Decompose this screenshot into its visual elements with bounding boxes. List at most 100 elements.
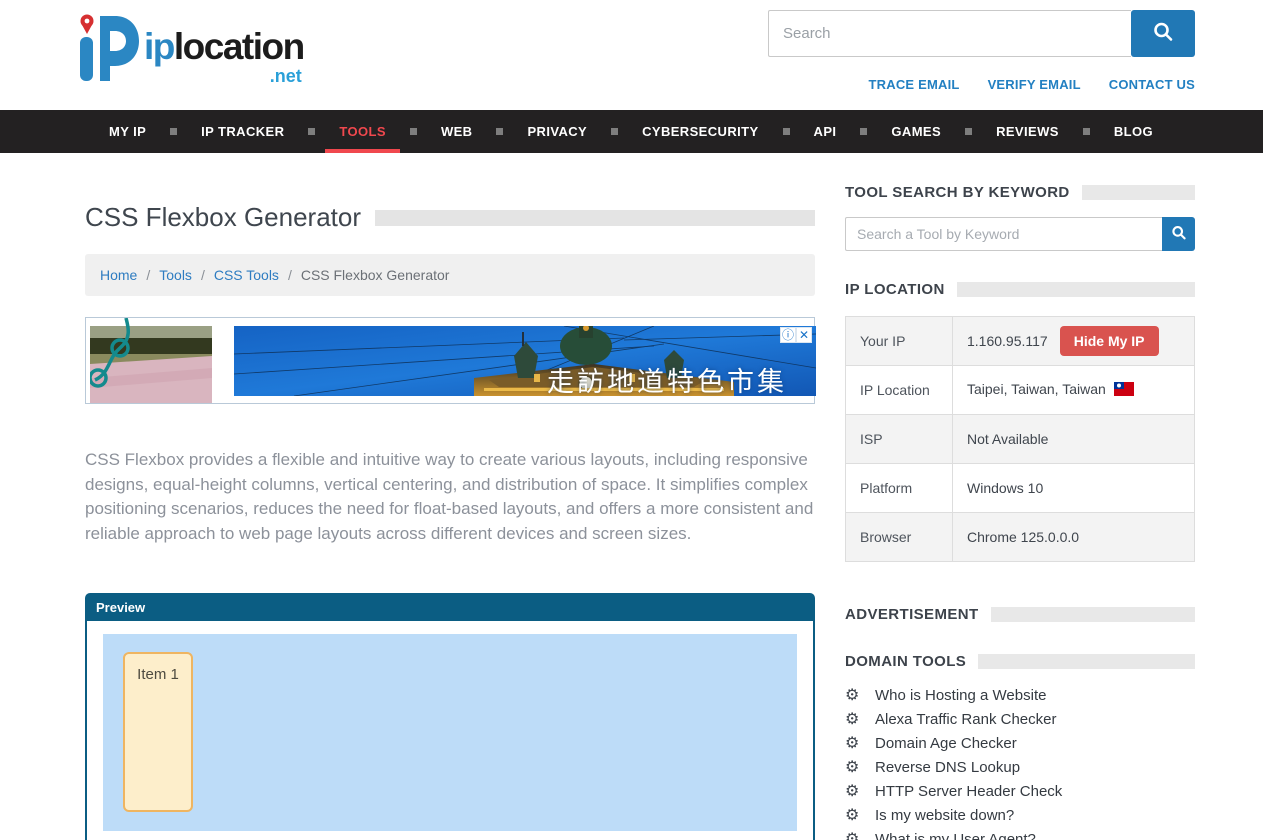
nav-item-ip-tracker[interactable]: IP TRACKER — [177, 110, 308, 153]
ad-banner[interactable]: 走訪地道特色市集 ⓘ ✕ — [85, 317, 815, 404]
ad-main-image: 走訪地道特色市集 ⓘ ✕ — [234, 326, 813, 396]
nav-item-api[interactable]: API — [790, 110, 861, 153]
list-item: ⚙ Domain Age Checker — [845, 735, 1195, 752]
logo-text: iplocation .net — [144, 26, 304, 68]
tool-link-website-down[interactable]: Is my website down? — [875, 807, 1014, 824]
tool-link-reverse-dns[interactable]: Reverse DNS Lookup — [875, 759, 1020, 776]
site-search-button[interactable] — [1131, 10, 1195, 57]
trace-email-link[interactable]: TRACE EMAIL — [869, 77, 960, 92]
domain-tools-list: ⚙ Who is Hosting a Website ⚙ Alexa Traffic… — [845, 687, 1195, 840]
advertisement-heading: ADVERTISEMENT — [845, 606, 1195, 623]
tool-search-form — [845, 217, 1195, 251]
header-links: TRACE EMAIL VERIFY EMAIL CONTACT US — [869, 77, 1195, 92]
gear-icon: ⚙ — [845, 808, 862, 824]
tool-search-input[interactable] — [845, 217, 1162, 251]
list-item: ⚙ Is my website down? — [845, 807, 1195, 824]
site-search-form — [768, 10, 1195, 57]
tool-link-domain-age[interactable]: Domain Age Checker — [875, 735, 1017, 752]
nav-separator — [410, 128, 417, 135]
heading-decoration-bar — [1082, 185, 1195, 200]
heading-decoration-bar — [978, 654, 1195, 669]
preview-panel-header: Preview — [87, 595, 813, 621]
nav-item-games[interactable]: GAMES — [867, 110, 965, 153]
nav-separator — [965, 128, 972, 135]
nav-item-tools[interactable]: TOOLS — [315, 110, 410, 153]
nav-separator — [170, 128, 177, 135]
gear-icon: ⚙ — [845, 712, 862, 728]
nav-separator — [496, 128, 503, 135]
table-row: Your IP 1.160.95.117Hide My IP — [846, 317, 1195, 366]
table-row: Browser Chrome 125.0.0.0 — [846, 513, 1195, 562]
table-row: Platform Windows 10 — [846, 464, 1195, 513]
ip-location-table: Your IP 1.160.95.117Hide My IP IP Locati… — [845, 316, 1195, 562]
gear-icon: ⚙ — [845, 688, 862, 704]
breadcrumb-home[interactable]: Home — [100, 267, 137, 283]
logo-mark-icon — [78, 12, 140, 84]
table-row: ISP Not Available — [846, 415, 1195, 464]
logo-location: location — [174, 26, 304, 67]
ip-location-value: Taipei, Taiwan, Taiwan — [967, 381, 1106, 397]
site-search-input[interactable] — [768, 10, 1131, 57]
tool-link-hosting[interactable]: Who is Hosting a Website — [875, 687, 1046, 704]
gear-icon: ⚙ — [845, 760, 862, 776]
gear-icon: ⚙ — [845, 736, 862, 752]
page-header: iplocation .net TRACE EMAIL VERIFY EMAIL… — [0, 0, 1263, 110]
verify-email-link[interactable]: VERIFY EMAIL — [988, 77, 1081, 92]
breadcrumb-separator: / — [146, 267, 150, 283]
page-title: CSS Flexbox Generator — [85, 202, 361, 233]
taiwan-flag-icon — [1114, 382, 1134, 399]
ad-overlay-text: 走訪地道特色市集 — [547, 360, 787, 399]
search-icon — [1152, 21, 1174, 46]
list-item: ⚙ Alexa Traffic Rank Checker — [845, 711, 1195, 728]
nav-separator — [1083, 128, 1090, 135]
nav-item-web[interactable]: WEB — [417, 110, 497, 153]
tool-description: CSS Flexbox provides a flexible and intu… — [85, 448, 815, 546]
breadcrumb-css-tools[interactable]: CSS Tools — [214, 267, 279, 283]
platform-value: Windows 10 — [953, 464, 1195, 513]
domain-tools-heading: DOMAIN TOOLS — [845, 653, 1195, 670]
list-item: ⚙What is my User Agent? — [845, 831, 1195, 840]
nav-item-reviews[interactable]: REVIEWS — [972, 110, 1083, 153]
nav-item-cybersecurity[interactable]: CYBERSECURITY — [618, 110, 782, 153]
nav-separator — [783, 128, 790, 135]
ad-left-image — [90, 318, 212, 403]
preview-panel: Preview Item 1 — [85, 593, 815, 840]
nav-separator — [308, 128, 315, 135]
tool-link-user-agent[interactable]: What is my User Agent? — [875, 831, 1036, 840]
nav-separator — [611, 128, 618, 135]
nav-item-privacy[interactable]: PRIVACY — [503, 110, 611, 153]
logo-tld: .net — [270, 66, 302, 87]
header-right: TRACE EMAIL VERIFY EMAIL CONTACT US — [768, 0, 1195, 110]
logo-ip: ip — [144, 26, 174, 67]
breadcrumb-tools[interactable]: Tools — [159, 267, 192, 283]
preview-panel-body: Item 1 — [87, 621, 813, 840]
flexbox-preview-container: Item 1 — [103, 634, 797, 831]
breadcrumb-current: CSS Flexbox Generator — [301, 267, 450, 283]
tool-link-alexa-rank[interactable]: Alexa Traffic Rank Checker — [875, 711, 1056, 728]
nav-item-blog[interactable]: BLOG — [1090, 110, 1177, 153]
ip-location-heading: IP LOCATION — [845, 281, 1195, 298]
nav-item-my-ip[interactable]: MY IP — [85, 110, 170, 153]
browser-value: Chrome 125.0.0.0 — [953, 513, 1195, 562]
list-item: ⚙ Reverse DNS Lookup — [845, 759, 1195, 776]
heading-decoration-bar — [957, 282, 1195, 297]
contact-us-link[interactable]: CONTACT US — [1109, 77, 1195, 92]
hide-my-ip-button[interactable]: Hide My IP — [1060, 326, 1159, 356]
site-logo[interactable]: iplocation .net — [78, 0, 304, 110]
list-item: ⚙HTTP Server Header Check — [845, 783, 1195, 800]
list-item: ⚙ Who is Hosting a Website — [845, 687, 1195, 704]
breadcrumb: Home / Tools / CSS Tools / CSS Flexbox G… — [85, 254, 815, 296]
main-nav: MY IP IP TRACKER TOOLS WEB PRIVACY CYBER… — [0, 110, 1263, 153]
flexbox-preview-item[interactable]: Item 1 — [123, 652, 193, 812]
search-icon — [1171, 225, 1187, 244]
breadcrumb-separator: / — [201, 267, 205, 283]
ad-close-icon[interactable]: ✕ — [796, 327, 812, 343]
table-row: IP Location Taipei, Taiwan, Taiwan — [846, 366, 1195, 415]
your-ip-value: 1.160.95.117 — [967, 333, 1048, 349]
tool-search-button[interactable] — [1162, 217, 1195, 251]
tool-search-heading: TOOL SEARCH BY KEYWORD — [845, 184, 1195, 201]
tool-link-http-header[interactable]: HTTP Server Header Check — [875, 783, 1062, 800]
isp-value: Not Available — [953, 415, 1195, 464]
adchoices-icon[interactable]: ⓘ — [780, 327, 796, 343]
heading-decoration-bar — [991, 607, 1195, 622]
